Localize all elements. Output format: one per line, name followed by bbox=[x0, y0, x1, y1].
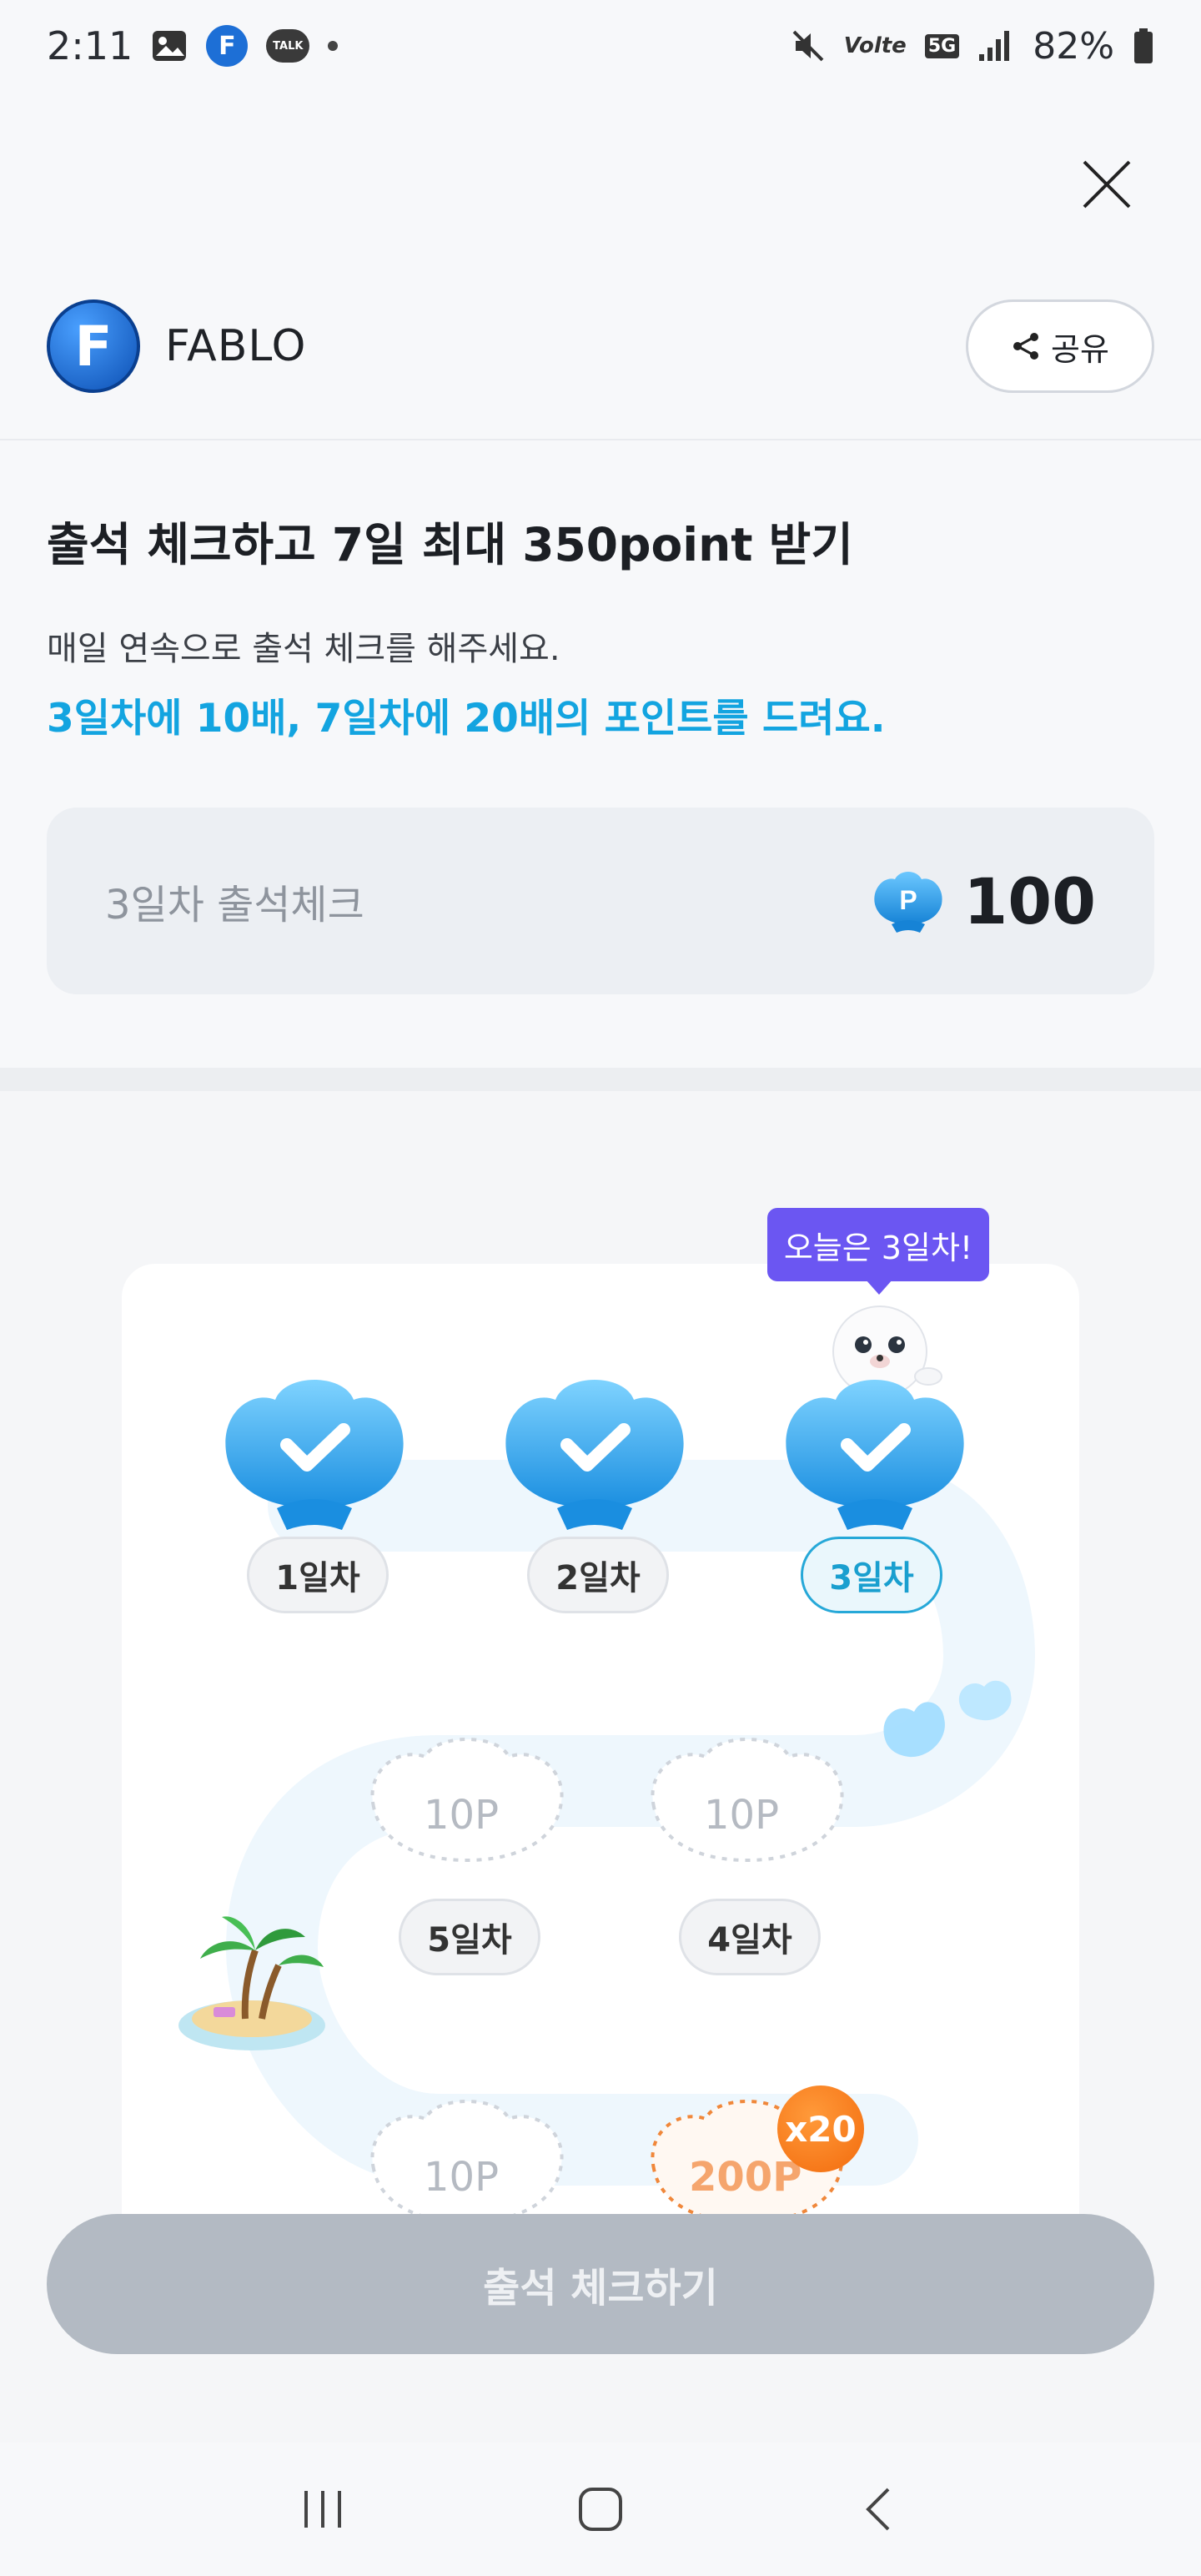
day-1-label: 1일차 bbox=[247, 1537, 389, 1613]
day-3-label: 3일차 bbox=[801, 1537, 942, 1613]
day-2-label: 2일차 bbox=[527, 1537, 669, 1613]
battery-icon bbox=[1133, 28, 1154, 64]
palm-island-icon bbox=[178, 1916, 325, 2050]
status-left: 2:11 F TALK bbox=[47, 23, 339, 68]
close-button[interactable] bbox=[1078, 155, 1136, 214]
signal-icon bbox=[977, 29, 1014, 63]
point-shell-icon: P bbox=[874, 872, 942, 933]
page-title: 출석 체크하고 7일 최대 350point 받기 bbox=[47, 518, 853, 571]
recent-apps-icon bbox=[304, 2491, 341, 2528]
day-6-amount: 10P bbox=[424, 2154, 500, 2201]
brand: F FABLO bbox=[47, 299, 306, 393]
day-7-multiplier-badge: x20 bbox=[777, 2085, 864, 2172]
today-check-box: 3일차 출석체크 P 100 bbox=[47, 808, 1154, 994]
today-check-label: 3일차 출석체크 bbox=[105, 882, 364, 928]
day-5-label: 5일차 bbox=[399, 1899, 540, 1975]
status-right: Volte 5G 82% bbox=[791, 25, 1154, 68]
point-icon-letter: P bbox=[900, 885, 917, 915]
share-label: 공유 bbox=[1051, 330, 1109, 368]
back-button[interactable] bbox=[828, 2468, 928, 2551]
bonus-highlight: 3일차에 10배, 7일차에 20배의 포인트를 드려요. bbox=[47, 696, 886, 742]
mini-shells-icon bbox=[883, 1680, 1012, 1758]
share-icon bbox=[1013, 333, 1039, 360]
attendance-check-button[interactable]: 출석 체크하기 bbox=[47, 2214, 1154, 2354]
page-description: 매일 연속으로 출석 체크를 해주세요. bbox=[47, 630, 560, 668]
today-points-value: 100 bbox=[963, 863, 1096, 938]
app-name: FABLO bbox=[165, 321, 307, 371]
home-button[interactable] bbox=[550, 2468, 651, 2551]
fablo-notification-icon: F bbox=[206, 25, 249, 67]
more-notifications-dot-icon bbox=[328, 41, 339, 51]
app-header: F FABLO 공유 bbox=[47, 296, 1154, 396]
day-3-shell-icon bbox=[786, 1380, 964, 1530]
today-points: P 100 bbox=[867, 864, 1096, 938]
day-2-shell-icon bbox=[505, 1380, 684, 1530]
share-button[interactable]: 공유 bbox=[966, 299, 1154, 393]
status-bar: 2:11 F TALK Volte 5G 82% bbox=[0, 0, 1201, 92]
system-nav-bar bbox=[0, 2443, 1201, 2576]
5g-icon: 5G bbox=[924, 33, 960, 58]
day-5-amount: 10P bbox=[424, 1792, 500, 1839]
recent-apps-button[interactable] bbox=[273, 2468, 373, 2551]
talk-notification-icon: TALK bbox=[266, 29, 310, 63]
fablo-logo: F bbox=[47, 299, 140, 393]
day-1-shell-icon bbox=[225, 1380, 404, 1530]
day-4-label: 4일차 bbox=[679, 1899, 821, 1975]
battery-percentage: 82% bbox=[1033, 24, 1114, 68]
close-icon bbox=[1083, 160, 1131, 209]
volte-label: Volte bbox=[843, 33, 907, 58]
day-7-amount: 200P bbox=[689, 2154, 802, 2201]
status-time: 2:11 bbox=[47, 23, 133, 68]
home-icon bbox=[578, 2488, 622, 2531]
day-4-amount: 10P bbox=[704, 1792, 780, 1839]
today-tooltip: 오늘은 3일차! bbox=[767, 1208, 989, 1281]
mute-icon bbox=[791, 28, 826, 63]
section-divider bbox=[0, 1068, 1201, 1091]
gallery-notification-icon bbox=[151, 29, 188, 63]
back-icon bbox=[866, 2488, 890, 2531]
header-divider bbox=[0, 439, 1201, 440]
